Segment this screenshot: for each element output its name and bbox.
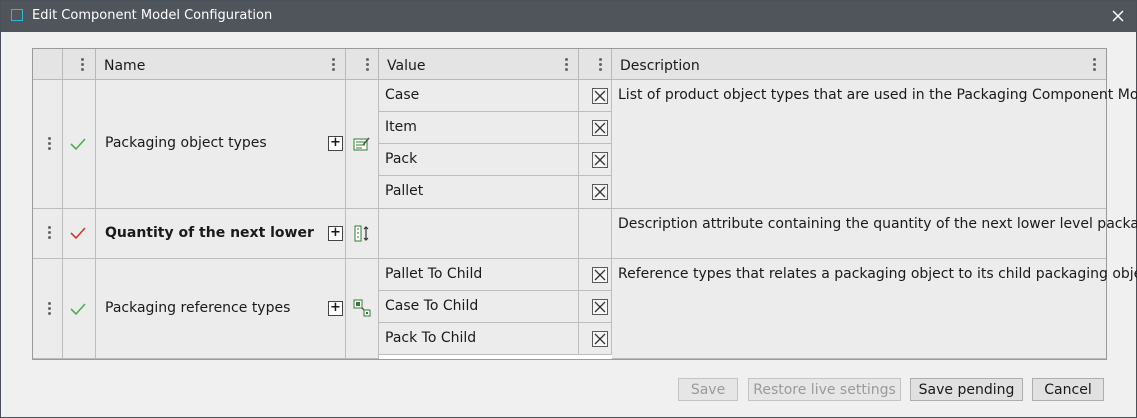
delete-icon bbox=[594, 186, 606, 198]
delete-cell bbox=[579, 291, 612, 323]
header-value-label: Value bbox=[387, 58, 426, 74]
header-description-label: Description bbox=[620, 58, 700, 74]
row-description: List of product object types that are us… bbox=[618, 87, 1137, 103]
row-drag-handle[interactable] bbox=[33, 259, 63, 359]
delete-cell bbox=[579, 80, 612, 112]
value-cell[interactable]: Pallet To Child bbox=[379, 259, 579, 291]
delete-value-button[interactable] bbox=[592, 331, 608, 347]
close-button[interactable] bbox=[1106, 4, 1130, 28]
header-handle-cell bbox=[33, 49, 63, 80]
close-icon bbox=[1112, 10, 1124, 22]
row-description-cell[interactable]: Description attribute containing the qua… bbox=[612, 209, 1137, 259]
row-status-cell bbox=[63, 80, 96, 209]
value-text: Case bbox=[385, 87, 420, 103]
delete-cell bbox=[579, 323, 612, 355]
value-text: Pack bbox=[385, 151, 418, 167]
row-name-cell[interactable]: Quantity of the next lower + bbox=[96, 209, 346, 259]
valid-check-icon bbox=[70, 303, 86, 316]
save-pending-button[interactable]: Save pending bbox=[910, 378, 1023, 401]
delete-cell bbox=[579, 144, 612, 176]
drag-handle-icon bbox=[48, 137, 52, 150]
row-status-cell bbox=[63, 209, 96, 259]
value-cell[interactable]: Case To Child bbox=[379, 291, 579, 323]
value-cell[interactable]: Case bbox=[379, 80, 579, 112]
delete-icon bbox=[594, 122, 606, 134]
header-status-cell[interactable] bbox=[63, 49, 96, 80]
row-name-cell[interactable]: Packaging object types + bbox=[96, 80, 346, 209]
delete-icon bbox=[594, 333, 606, 345]
delete-cell bbox=[579, 112, 612, 144]
row-name-cell[interactable]: Packaging reference types + bbox=[96, 259, 346, 359]
dialog-window: Edit Component Model Configuration Name … bbox=[0, 0, 1137, 418]
header-description[interactable]: Description bbox=[612, 49, 1106, 80]
row-name: Packaging reference types bbox=[105, 300, 291, 316]
value-cell[interactable]: Pallet bbox=[379, 176, 579, 209]
row-drag-handle[interactable] bbox=[33, 209, 63, 259]
drag-handle-icon bbox=[48, 302, 52, 315]
valid-check-icon bbox=[70, 138, 86, 151]
delete-value-button[interactable] bbox=[592, 152, 608, 168]
row-drag-handle[interactable] bbox=[33, 80, 63, 209]
column-menu-icon bbox=[81, 58, 85, 71]
value-cell-empty[interactable] bbox=[379, 209, 579, 259]
value-cell[interactable]: Pack bbox=[379, 144, 579, 176]
reference-type-icon bbox=[353, 299, 371, 317]
row-type-cell bbox=[346, 80, 379, 209]
save-button[interactable]: Save bbox=[678, 378, 738, 401]
value-text: Pack To Child bbox=[385, 330, 477, 346]
header-type-cell[interactable] bbox=[346, 49, 379, 80]
delete-icon bbox=[594, 269, 606, 281]
config-grid: Name Value Description Packaging object … bbox=[32, 48, 1137, 360]
restore-live-settings-button[interactable]: Restore live settings bbox=[748, 378, 901, 401]
value-cell[interactable]: Pack To Child bbox=[379, 323, 579, 355]
row-status-cell bbox=[63, 259, 96, 359]
delete-value-button[interactable] bbox=[592, 88, 608, 104]
delete-icon bbox=[594, 90, 606, 102]
delete-value-button[interactable] bbox=[592, 184, 608, 200]
delete-value-button[interactable] bbox=[592, 299, 608, 315]
row-type-cell bbox=[346, 209, 379, 259]
header-delete-cell[interactable] bbox=[579, 49, 612, 80]
value-text: Item bbox=[385, 119, 417, 135]
header-name-label: Name bbox=[104, 58, 146, 74]
row-description: Reference types that relates a packaging… bbox=[618, 266, 1137, 282]
window-icon bbox=[11, 9, 23, 21]
title-bar: Edit Component Model Configuration bbox=[1, 1, 1136, 32]
delete-cell bbox=[579, 176, 612, 209]
delete-icon bbox=[594, 301, 606, 313]
column-menu-icon[interactable] bbox=[599, 58, 603, 71]
row-type-cell bbox=[346, 259, 379, 359]
delete-icon bbox=[594, 154, 606, 166]
row-name: Packaging object types bbox=[105, 135, 267, 151]
header-value[interactable]: Value bbox=[379, 49, 579, 80]
delete-cell bbox=[579, 209, 612, 259]
pending-check-icon bbox=[70, 227, 86, 240]
add-value-button[interactable]: + bbox=[328, 136, 343, 151]
object-type-icon bbox=[353, 137, 370, 151]
value-text: Pallet bbox=[385, 183, 424, 199]
row-description: Description attribute containing the qua… bbox=[618, 216, 1137, 232]
add-value-button[interactable]: + bbox=[328, 301, 343, 316]
delete-value-button[interactable] bbox=[592, 267, 608, 283]
window-title: Edit Component Model Configuration bbox=[32, 8, 273, 23]
drag-handle-icon bbox=[48, 226, 52, 239]
column-menu-icon[interactable] bbox=[565, 58, 569, 71]
column-menu-icon[interactable] bbox=[1093, 58, 1097, 71]
value-text: Case To Child bbox=[385, 298, 479, 314]
header-name[interactable]: Name bbox=[96, 49, 346, 80]
delete-value-button[interactable] bbox=[592, 120, 608, 136]
value-cell[interactable]: Item bbox=[379, 112, 579, 144]
column-menu-icon[interactable] bbox=[332, 58, 336, 71]
cancel-button[interactable]: Cancel bbox=[1032, 378, 1104, 401]
row-description-cell[interactable]: Reference types that relates a packaging… bbox=[612, 259, 1137, 359]
column-menu-icon[interactable] bbox=[366, 58, 370, 71]
row-name: Quantity of the next lower bbox=[105, 225, 314, 241]
value-text: Pallet To Child bbox=[385, 266, 483, 282]
row-description-cell[interactable]: List of product object types that are us… bbox=[612, 80, 1137, 209]
quantity-attribute-icon bbox=[354, 225, 369, 242]
delete-cell bbox=[579, 259, 612, 291]
add-value-button[interactable]: + bbox=[328, 226, 343, 241]
